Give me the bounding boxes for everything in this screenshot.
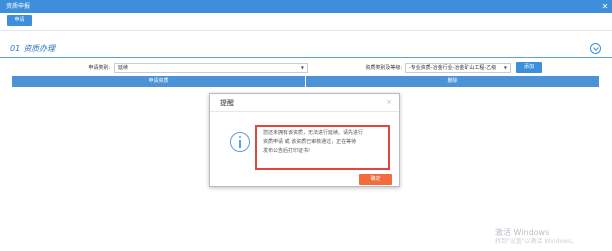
message-line: 发布公告后打印证书!: [263, 148, 311, 154]
windows-activation-watermark: 激活 Windows 转到"设置"以激活 Windows。: [495, 228, 610, 250]
message-line: 您还未拥有该资质，无法进行延续。请先进行: [263, 130, 364, 136]
apply-button[interactable]: 申请: [7, 15, 32, 26]
qualification-label: 资质类别及等级:: [365, 65, 402, 71]
message-line: 资质申请 或 该资质已审核通过，正在等待: [263, 139, 357, 145]
application-form: 申请类别: 延续 ▼ 资质类别及等级: -专业资质-冶金行业-冶金矿山工程-乙级…: [0, 61, 612, 75]
close-icon[interactable]: ✕: [600, 0, 610, 13]
confirm-button[interactable]: 确定: [359, 174, 392, 185]
section-title: 01 资质办理: [10, 43, 55, 54]
watermark-line-2: 转到"设置"以激活 Windows。: [495, 238, 578, 244]
alert-dialog: 提醒 × 您还未拥有该资质，无法进行延续。请先进行 资质申请 或 该资质已审核通…: [209, 93, 400, 187]
category-select[interactable]: 延续 ▼: [114, 63, 308, 73]
category-value: 延续: [118, 65, 129, 71]
window-title: 资质申报: [6, 3, 31, 10]
collapse-chevron-icon[interactable]: [590, 43, 601, 54]
category-label: 申请类别:: [88, 65, 110, 71]
qualification-value: -专业资质-冶金行业-冶金矿山工程-乙级: [409, 65, 497, 71]
section-number: 01: [10, 44, 21, 53]
section-header: 01 资质办理: [0, 40, 612, 58]
section-title-text: 资质办理: [23, 44, 56, 53]
dialog-close-icon[interactable]: ×: [384, 97, 394, 107]
column-header-qualification: 申请资质: [12, 76, 306, 87]
toolbar: 申请: [0, 13, 612, 31]
watermark-line-1: 激活 Windows: [495, 228, 550, 237]
title-bar: 资质申报 ✕: [0, 0, 612, 13]
dialog-header: 提醒 ×: [210, 94, 399, 112]
dialog-title: 提醒: [220, 99, 234, 107]
add-button[interactable]: 添加: [516, 62, 542, 73]
table-header: 申请资质 删除: [12, 76, 599, 87]
column-header-delete: 删除: [447, 78, 458, 84]
qualification-select[interactable]: -专业资质-冶金行业-冶金矿山工程-乙级 ▼: [405, 63, 511, 73]
dropdown-arrow-icon: ▼: [300, 65, 304, 70]
info-icon: [230, 132, 250, 152]
app-window: 资质申报 ✕ 申请 01 资质办理 申请类别: 延续 ▼ 资质类别及等级: -专业…: [0, 0, 612, 251]
dropdown-arrow-icon: ▼: [503, 65, 507, 70]
dialog-message: 您还未拥有该资质，无法进行延续。请先进行 资质申请 或 该资质已审核通过，正在等…: [255, 125, 390, 170]
